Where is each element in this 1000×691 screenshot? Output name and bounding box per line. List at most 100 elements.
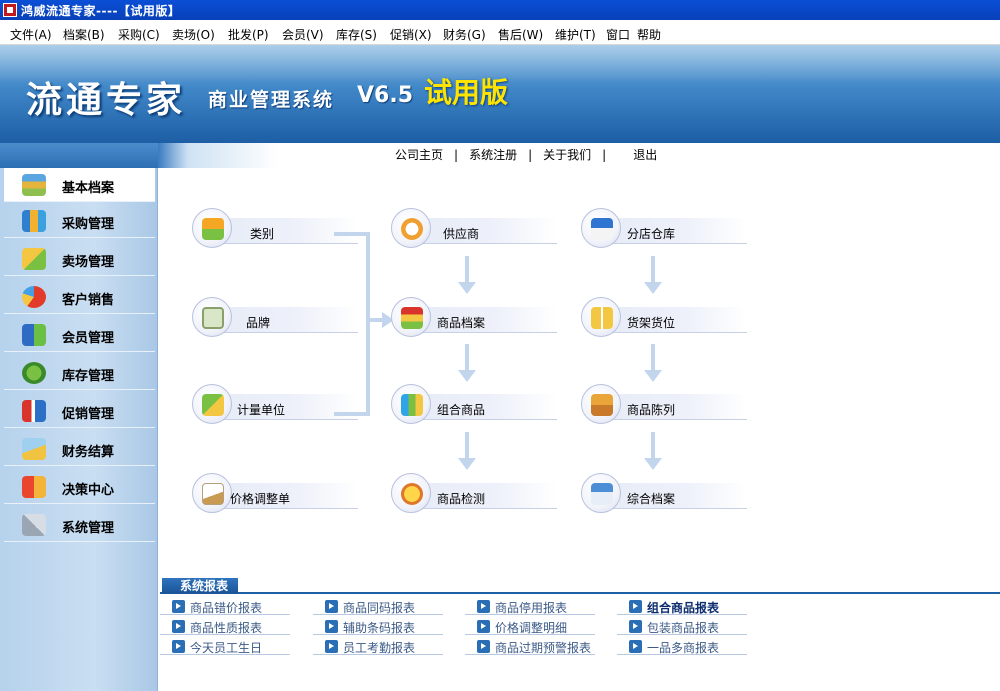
- sidebar-item-promotion[interactable]: 促销管理: [4, 394, 155, 428]
- sidebar-item-inventory[interactable]: 库存管理: [4, 356, 155, 390]
- menu-aftersales[interactable]: 售后(W): [498, 26, 543, 43]
- menu-help[interactable]: 帮助: [637, 26, 661, 43]
- product-archive-label: 商品档案: [437, 316, 486, 330]
- product-check-label: 商品检测: [437, 492, 486, 506]
- report-link[interactable]: 商品性质报表: [160, 618, 290, 635]
- arrow-down: [458, 256, 476, 294]
- menu-bar: 文件(A) 档案(B) 采购(C) 卖场(O) 批发(P) 会员(V) 库存(S…: [0, 20, 1000, 45]
- node-circle: [391, 473, 431, 513]
- arrow-right-icon: [172, 640, 185, 653]
- sidebar-item-decision[interactable]: 决策中心: [4, 470, 155, 504]
- report-link[interactable]: 价格调整明细: [465, 618, 595, 635]
- coins-icon: [401, 483, 423, 505]
- supplier-button[interactable]: 供应商: [391, 208, 571, 252]
- report-link[interactable]: 员工考勤报表: [313, 638, 443, 655]
- sidebar-item-finance[interactable]: 财务结算: [4, 432, 155, 466]
- system-register-link[interactable]: 系统注册: [469, 148, 517, 162]
- cube-icon: [202, 394, 224, 416]
- clock-icon: [401, 218, 423, 240]
- trial-edition-label: 试用版: [424, 76, 509, 109]
- link-separator: |: [528, 148, 533, 162]
- product-archive-button[interactable]: 商品档案: [391, 297, 571, 341]
- menu-maintenance[interactable]: 维护(T): [555, 26, 596, 43]
- report-link[interactable]: 商品错价报表: [160, 598, 290, 615]
- about-us-link[interactable]: 关于我们: [543, 148, 591, 162]
- boxes-icon: [591, 394, 613, 416]
- product-subtitle: 商业管理系统: [208, 89, 335, 111]
- price-adjust-button[interactable]: 价格调整单: [192, 473, 372, 517]
- report-link[interactable]: 包装商品报表: [617, 618, 747, 635]
- report-link[interactable]: 组合商品报表: [617, 598, 747, 615]
- title-bar[interactable]: 鸿威流通专家----【试用版】: [0, 0, 1000, 20]
- sidebar-item-label: 会员管理: [62, 331, 115, 346]
- report-link[interactable]: 商品同码报表: [313, 598, 443, 615]
- sidebar-item-label: 采购管理: [62, 217, 115, 232]
- arrow-right-icon: [629, 620, 642, 633]
- product-check-button[interactable]: 商品检测: [391, 473, 571, 517]
- company-home-link[interactable]: 公司主页: [395, 148, 443, 162]
- window-title: 鸿威流通专家----【试用版】: [21, 4, 181, 18]
- menu-window[interactable]: 窗口: [606, 26, 630, 43]
- node-circle: [391, 297, 431, 337]
- general-archive-button[interactable]: 综合档案: [581, 473, 761, 517]
- report-link[interactable]: 商品停用报表: [465, 598, 595, 615]
- gift-icon: [22, 400, 46, 422]
- clipboard-icon: [202, 307, 224, 329]
- sidebar: 基本档案 采购管理 卖场管理 客户销售 会员管理 库存管理 促销管理 财务结算 …: [0, 143, 158, 691]
- menu-file[interactable]: 文件(A): [10, 26, 52, 43]
- arrow-down: [644, 256, 662, 294]
- menu-archive[interactable]: 档案(B): [63, 26, 105, 43]
- arrow-down: [644, 344, 662, 382]
- exit-link[interactable]: 退出: [633, 148, 657, 162]
- decision-icon: [22, 476, 46, 498]
- system-reports: 系统报表 商品错价报表 商品性质报表 今天员工生日 商品同码报表 辅助条码报表 …: [160, 578, 1000, 691]
- combo-product-button[interactable]: 组合商品: [391, 384, 571, 428]
- sidebar-item-label: 库存管理: [62, 369, 115, 384]
- menu-inventory[interactable]: 库存(S): [336, 26, 377, 43]
- combo-product-label: 组合商品: [437, 403, 486, 417]
- link-separator: |: [454, 148, 459, 162]
- arrow-right-icon: [172, 620, 185, 633]
- sidebar-item-customer-sales[interactable]: 客户销售: [4, 280, 155, 314]
- connector-bracket: [334, 232, 370, 416]
- report-link[interactable]: 一品多商报表: [617, 638, 747, 655]
- reports-divider: [160, 592, 1000, 594]
- sidebar-item-system[interactable]: 系统管理: [4, 508, 155, 542]
- books-icon: [401, 307, 423, 329]
- menu-promotion[interactable]: 促销(X): [390, 26, 432, 43]
- report-link[interactable]: 商品过期预警报表: [465, 638, 595, 655]
- arrow-right-icon: [477, 600, 490, 613]
- arrow-right-icon: [477, 640, 490, 653]
- arrow-right-icon: [172, 600, 185, 613]
- node-circle: [581, 208, 621, 248]
- arrow-down: [644, 432, 662, 470]
- product-display-label: 商品陈列: [627, 403, 676, 417]
- sidebar-item-store[interactable]: 卖场管理: [4, 242, 155, 276]
- arrow-right-icon: [629, 640, 642, 653]
- menu-purchase[interactable]: 采购(C): [118, 26, 160, 43]
- product-name: 流通专家: [26, 79, 187, 121]
- blocks-icon: [401, 394, 423, 416]
- product-display-button[interactable]: 商品陈列: [581, 384, 761, 428]
- arrow-right-icon: [325, 620, 338, 633]
- header-banner: 流通专家 商业管理系统 V6.5 试用版: [0, 45, 1000, 143]
- sidebar-item-purchase[interactable]: 采购管理: [4, 204, 155, 238]
- link-separator: |: [602, 148, 607, 162]
- top-links: 公司主页 | 系统注册 | 关于我们 | 退出: [395, 146, 657, 163]
- brand-label: 品牌: [246, 316, 271, 330]
- arrow-right-icon: [325, 600, 338, 613]
- menu-store[interactable]: 卖场(O): [172, 26, 215, 43]
- shelf-location-button[interactable]: 货架货位: [581, 297, 761, 341]
- menu-wholesale[interactable]: 批发(P): [228, 26, 269, 43]
- pie-chart-icon: [22, 286, 46, 308]
- books-icon: [22, 174, 46, 196]
- sidebar-item-label: 系统管理: [62, 521, 115, 536]
- menu-member[interactable]: 会员(V): [282, 26, 324, 43]
- sidebar-item-member[interactable]: 会员管理: [4, 318, 155, 352]
- branch-warehouse-button[interactable]: 分店仓库: [581, 208, 761, 252]
- report-link[interactable]: 辅助条码报表: [313, 618, 443, 635]
- sidebar-item-label: 促销管理: [62, 407, 115, 422]
- report-link[interactable]: 今天员工生日: [160, 638, 290, 655]
- sidebar-item-basic-archive[interactable]: 基本档案: [4, 168, 155, 202]
- menu-finance[interactable]: 财务(G): [443, 26, 486, 43]
